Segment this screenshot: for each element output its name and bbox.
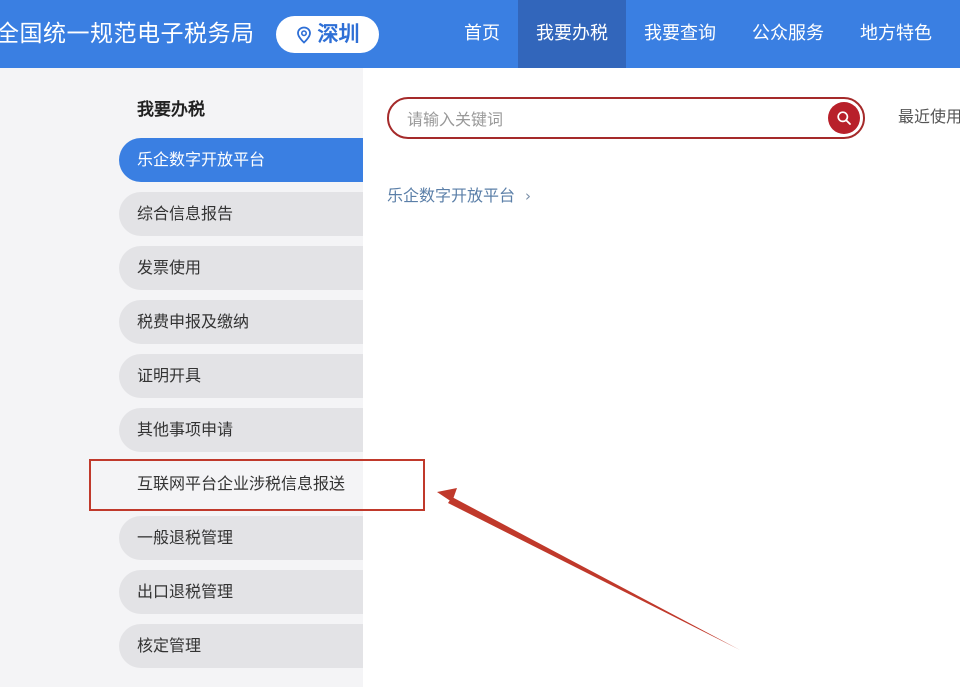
sidebar-item-certificate[interactable]: 证明开具 [119, 354, 363, 398]
nav-query[interactable]: 我要查询 [626, 0, 734, 68]
chevron-right-icon: › [525, 187, 532, 205]
main-nav: 首页 我要办税 我要查询 公众服务 地方特色 [446, 0, 950, 68]
location-pin-icon [296, 26, 311, 44]
sidebar-item-invoice-use[interactable]: 发票使用 [119, 246, 363, 290]
sidebar-menu: 乐企数字开放平台 综合信息报告 发票使用 税费申报及缴纳 证明开具 其他事项申请… [119, 138, 363, 678]
sidebar-item-leqi-platform[interactable]: 乐企数字开放平台 [119, 138, 363, 182]
sidebar-item-info-report[interactable]: 综合信息报告 [119, 192, 363, 236]
nav-public-service[interactable]: 公众服务 [734, 0, 842, 68]
annotation-highlight-box [89, 459, 425, 511]
breadcrumb: 乐企数字开放平台 › [387, 184, 531, 208]
site-title[interactable]: 全国统一规范电子税务局 [0, 17, 255, 51]
sidebar-item-other-applications[interactable]: 其他事项申请 [119, 408, 363, 452]
sidebar-title: 我要办税 [137, 100, 205, 120]
sidebar-item-assessment[interactable]: 核定管理 [119, 624, 363, 668]
city-selector[interactable]: 深圳 [276, 16, 379, 53]
city-name: 深圳 [317, 22, 360, 46]
nav-tax-handling[interactable]: 我要办税 [518, 0, 626, 68]
main-content: 最近使用 乐企数字开放平台 › [363, 68, 960, 687]
search-box [387, 97, 865, 139]
top-header: 全国统一规范电子税务局 深圳 首页 我要办税 我要查询 公众服务 地方特色 [0, 0, 960, 68]
sidebar-item-export-refund[interactable]: 出口退税管理 [119, 570, 363, 614]
search-icon [837, 111, 851, 125]
sidebar-item-tax-declaration[interactable]: 税费申报及缴纳 [119, 300, 363, 344]
sidebar: 我要办税 乐企数字开放平台 综合信息报告 发票使用 税费申报及缴纳 证明开具 其… [0, 68, 363, 687]
nav-local-features[interactable]: 地方特色 [842, 0, 950, 68]
search-input[interactable] [405, 99, 809, 139]
breadcrumb-item[interactable]: 乐企数字开放平台 [387, 184, 515, 208]
nav-home[interactable]: 首页 [446, 0, 518, 68]
recent-used-link[interactable]: 最近使用 [898, 105, 960, 129]
search-button[interactable] [828, 102, 860, 134]
sidebar-item-general-refund[interactable]: 一般退税管理 [119, 516, 363, 560]
